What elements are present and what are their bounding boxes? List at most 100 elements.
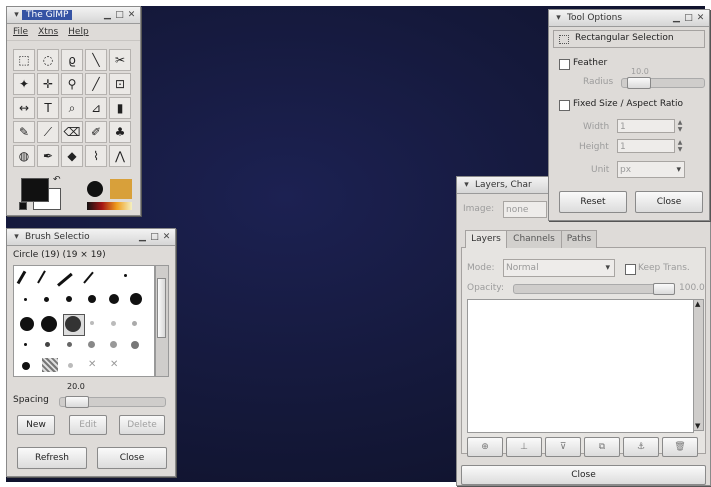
keep-trans-checkbox[interactable] [625, 264, 636, 275]
ellipse-select-icon[interactable]: ◌ [37, 49, 59, 71]
brush-dot[interactable] [132, 321, 137, 326]
window-menu-icon[interactable]: ▾ [553, 13, 564, 24]
lower-layer-icon[interactable]: ⊽ [545, 437, 581, 457]
new-brush-button[interactable]: New [17, 415, 55, 435]
brush-dot[interactable] [109, 294, 119, 304]
brush-cross[interactable]: ✕ [88, 359, 96, 370]
height-spin-icon[interactable]: ▲ ▼ [676, 139, 684, 153]
minimize-icon[interactable]: ▁ [102, 10, 113, 21]
default-colors-icon[interactable] [19, 202, 27, 210]
brush-dot[interactable] [130, 293, 142, 305]
layers-close-button[interactable]: Close [461, 465, 706, 485]
close-icon[interactable]: ✕ [695, 13, 706, 24]
tab-channels[interactable]: Channels [506, 230, 562, 248]
brush-dot[interactable] [67, 342, 72, 347]
ink-icon[interactable]: ◆ [61, 145, 83, 167]
paintbrush-icon[interactable]: ⟋ [37, 121, 59, 143]
blend-icon[interactable]: ▮ [109, 97, 131, 119]
brush-dot[interactable] [24, 298, 27, 301]
move-icon[interactable]: ✛ [37, 73, 59, 95]
opacity-slider-thumb[interactable] [653, 283, 675, 295]
close-button[interactable]: Close [97, 447, 167, 469]
brush-pattern[interactable] [42, 358, 58, 372]
brush-dot[interactable] [41, 316, 57, 332]
brush-cross[interactable]: ✕ [110, 359, 118, 370]
magic-wand-icon[interactable]: ╲ [85, 49, 107, 71]
scroll-down-icon[interactable]: ▼ [695, 422, 700, 430]
image-select[interactable]: none [503, 201, 547, 218]
zoom-icon[interactable]: ⚲ [61, 73, 83, 95]
brush-dot[interactable] [88, 295, 96, 303]
height-field[interactable]: 1 [617, 139, 675, 153]
tool-options-titlebar[interactable]: ▾ Tool Options ▁ □ ✕ [549, 10, 709, 27]
window-menu-icon[interactable]: ▾ [11, 232, 22, 243]
brush-dot[interactable] [110, 341, 117, 348]
spacing-slider-thumb[interactable] [65, 396, 89, 408]
reset-button[interactable]: Reset [559, 191, 627, 213]
rect-select-icon[interactable]: ⬚ [13, 49, 35, 71]
brush-grid[interactable]: ✕ ✕ [13, 265, 155, 377]
airbrush-icon[interactable]: ✐ [85, 121, 107, 143]
unit-select[interactable]: px ▾ [617, 161, 685, 178]
brush-dot[interactable] [45, 342, 50, 347]
window-menu-icon[interactable]: ▾ [461, 180, 472, 191]
pencil-icon[interactable]: ✎ [13, 121, 35, 143]
brush-row1-stroke3[interactable] [57, 272, 73, 287]
flip-icon[interactable]: ↔ [13, 97, 35, 119]
brush-dot[interactable] [24, 343, 27, 346]
smudge-icon[interactable]: ◍ [13, 145, 35, 167]
fixed-size-checkbox[interactable] [559, 100, 570, 111]
active-gradient-icon[interactable] [87, 202, 132, 210]
brush-titlebar[interactable]: ▾ Brush Selectio ▁ □ ✕ [7, 229, 175, 246]
color-picker-icon[interactable]: ⌕ [61, 97, 83, 119]
opacity-slider[interactable] [513, 284, 675, 294]
brush-row1-stroke4[interactable] [83, 271, 94, 284]
fuzzy-select-icon[interactable]: ✦ [13, 73, 35, 95]
maximize-icon[interactable]: □ [114, 10, 125, 21]
raise-layer-icon[interactable]: ⊥ [506, 437, 542, 457]
lasso-icon[interactable]: ϱ [61, 49, 83, 71]
brush-dot[interactable] [68, 363, 73, 368]
delete-brush-button[interactable]: Delete [119, 415, 165, 435]
layers-list[interactable] [467, 299, 694, 433]
minimize-icon[interactable]: ▁ [671, 13, 682, 24]
text-icon[interactable]: T [37, 97, 59, 119]
scissors-icon[interactable]: ✂ [109, 49, 131, 71]
scroll-up-icon[interactable]: ▲ [695, 300, 700, 308]
crop-icon[interactable]: ⊡ [109, 73, 131, 95]
minimize-icon[interactable]: ▁ [137, 232, 148, 243]
brush-dot[interactable] [111, 321, 116, 326]
scroll-thumb[interactable] [157, 278, 166, 338]
brush-dot[interactable] [124, 274, 127, 277]
window-menu-icon[interactable]: ▾ [11, 10, 22, 21]
brush-dot[interactable] [22, 362, 30, 370]
tab-paths[interactable]: Paths [561, 230, 597, 248]
duplicate-layer-icon[interactable]: ⧉ [584, 437, 620, 457]
refresh-button[interactable]: Refresh [17, 447, 87, 469]
anchor-layer-icon[interactable]: ⚓ [623, 437, 659, 457]
pencil-line-icon[interactable]: ╱ [85, 73, 107, 95]
brush-dot[interactable] [66, 296, 72, 302]
layers-scrollbar[interactable]: ▲ ▼ [693, 299, 704, 431]
toolbox-titlebar[interactable]: ▾ The GIMP ▁ □ ✕ [7, 7, 140, 24]
edit-brush-button[interactable]: Edit [69, 415, 107, 435]
tab-layers[interactable]: Layers [465, 230, 507, 248]
mode-select[interactable]: Normal ▾ [503, 259, 615, 277]
brush-row1-stroke2[interactable] [37, 270, 46, 284]
maximize-icon[interactable]: □ [683, 13, 694, 24]
delete-layer-icon[interactable]: 🗑 [662, 437, 698, 457]
brush-scrollbar[interactable] [155, 265, 169, 377]
feather-checkbox[interactable] [559, 59, 570, 70]
menu-xtns[interactable]: Xtns [38, 27, 58, 37]
new-layer-icon[interactable]: ⊕ [467, 437, 503, 457]
brush-dot[interactable] [20, 317, 34, 331]
width-spin-icon[interactable]: ▲ ▼ [676, 119, 684, 133]
feather-radius-thumb[interactable] [627, 77, 651, 89]
brush-row1-stroke1[interactable] [16, 270, 27, 285]
close-icon[interactable]: ✕ [161, 232, 172, 243]
brush-dot[interactable] [44, 297, 49, 302]
active-brush-icon[interactable] [87, 181, 103, 197]
width-field[interactable]: 1 [617, 119, 675, 133]
brush-dot[interactable] [88, 341, 95, 348]
maximize-icon[interactable]: □ [149, 232, 160, 243]
